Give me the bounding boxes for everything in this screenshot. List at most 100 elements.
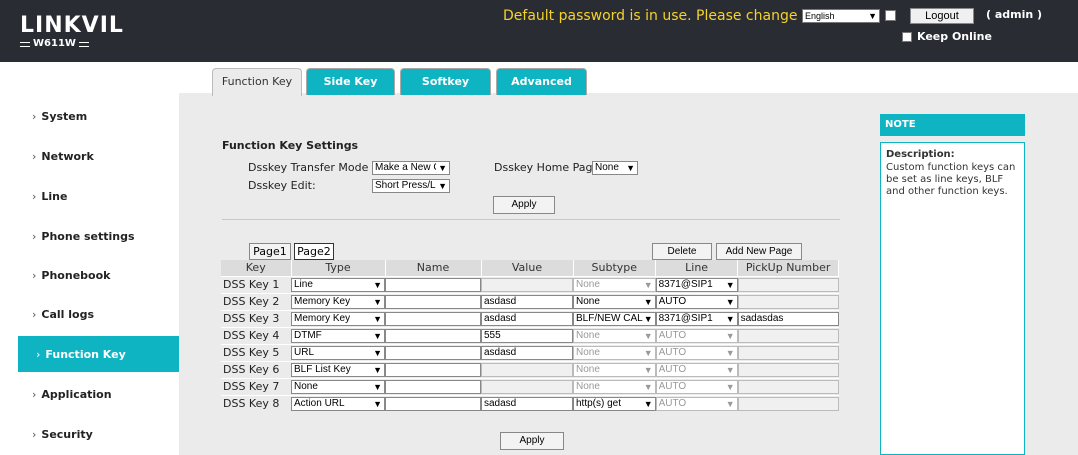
value-input[interactable]: asdasd [481,294,573,309]
current-user: ( admin ) [986,8,1043,21]
value-input[interactable]: sadasd [481,396,573,411]
logo: LINKVIL W611W [20,14,124,50]
value-input[interactable]: 555 [481,328,573,343]
type-select[interactable]: Action URL ▼ [291,396,385,411]
sidebar-item-application[interactable]: › Application [0,376,183,412]
logout-button[interactable]: Logout [910,8,974,24]
type-value: DTMF [294,329,322,341]
value-input[interactable]: asdasd [481,311,573,326]
name-input[interactable] [385,311,481,326]
name-input[interactable] [385,362,481,377]
line-select[interactable]: AUTO ▼ [655,328,738,343]
value-input[interactable] [481,362,573,377]
warning-checkbox[interactable] [885,10,896,21]
subtype-cell: None ▼ [573,360,656,378]
name-input[interactable] [385,345,481,360]
chevron-down-icon: ▼ [643,398,653,409]
tab-function-key[interactable]: Function Key [212,68,302,96]
type-cell: Memory Key ▼ [291,292,385,310]
sidebar-item-system[interactable]: › System [0,98,183,134]
sidebar-item-phone-settings[interactable]: › Phone settings [0,218,183,254]
dsskey-edit-select[interactable]: Short Press/Lo ▼ [372,179,450,193]
chevron-down-icon: ▼ [643,330,653,341]
line-select[interactable]: AUTO ▼ [655,396,738,411]
subtype-select[interactable]: None ▼ [573,379,656,394]
name-input[interactable] [385,379,481,394]
sidebar-item-phonebook[interactable]: › Phonebook [0,257,183,293]
line-cell: AUTO ▼ [655,360,738,378]
line-value: AUTO [658,346,687,358]
sidebar-item-function-key[interactable]: › Function Key [18,336,179,372]
subtype-select[interactable]: http(s) get ▼ [573,396,656,411]
sidebar-item-security[interactable]: › Security [0,416,183,452]
type-cell: Line ▼ [291,275,385,293]
settings-apply-button[interactable]: Apply [493,196,555,214]
pickup-input[interactable] [737,379,839,394]
page1-button[interactable]: Page1 [249,243,291,260]
tab-softkey[interactable]: Softkey [400,68,491,95]
name-input[interactable] [385,294,481,309]
keep-online[interactable]: Keep Online [902,30,992,43]
sidebar-item-call-logs[interactable]: › Call logs [0,296,183,332]
table-row: DSS Key 1 Line ▼ None ▼ 8371@SIP1 ▼ [221,275,839,293]
line-value: AUTO [658,329,687,341]
line-select[interactable]: AUTO ▼ [655,362,738,377]
line-select[interactable]: 8371@SIP1 ▼ [655,277,738,292]
page2-button[interactable]: Page2 [294,243,334,260]
table-apply-button[interactable]: Apply [500,432,564,450]
pickup-input[interactable] [737,396,839,411]
delete-page-button[interactable]: Delete [652,243,712,260]
pickup-input[interactable]: sadasdas [737,311,839,326]
pickup-input[interactable] [737,345,839,360]
key-label: DSS Key 7 [221,377,291,395]
value-cell [481,275,573,293]
pickup-input[interactable] [737,277,839,292]
pickup-input[interactable] [737,362,839,377]
type-select[interactable]: Memory Key ▼ [291,294,385,309]
name-input[interactable] [385,396,481,411]
type-value: Action URL [294,397,345,409]
subtype-select[interactable]: None ▼ [573,362,656,377]
pickup-input[interactable] [737,328,839,343]
subtype-select[interactable]: None ▼ [573,345,656,360]
subtype-select[interactable]: None ▼ [573,294,656,309]
default-password-warning: Default password is in use. Please chang… [503,8,798,24]
type-select[interactable]: DTMF ▼ [291,328,385,343]
keep-online-checkbox[interactable] [902,31,912,42]
language-select[interactable]: English ▼ [802,9,880,23]
key-label: DSS Key 2 [221,292,291,310]
type-value: BLF List Key [294,363,351,375]
value-input[interactable] [481,277,573,292]
line-select[interactable]: AUTO ▼ [655,345,738,360]
name-input[interactable] [385,328,481,343]
sidebar-item-line[interactable]: › Line [0,178,183,214]
line-select[interactable]: AUTO ▼ [655,379,738,394]
name-cell [385,275,481,293]
pickup-input[interactable] [737,294,839,309]
chevron-down-icon: ▼ [643,313,653,324]
subtype-select[interactable]: BLF/NEW CAL ▼ [573,311,656,326]
subtype-select[interactable]: None ▼ [573,277,656,292]
sidebar-item-network[interactable]: › Network [0,138,183,174]
line-select[interactable]: 8371@SIP1 ▼ [655,311,738,326]
type-select[interactable]: URL ▼ [291,345,385,360]
name-input[interactable] [385,277,481,292]
type-select[interactable]: BLF List Key ▼ [291,362,385,377]
home-page-select[interactable]: None ▼ [592,161,638,175]
type-select[interactable]: Memory Key ▼ [291,311,385,326]
tab-advanced[interactable]: Advanced [496,68,587,95]
subtype-value: None [576,380,600,392]
pickup-cell [737,292,839,310]
tab-side-key[interactable]: Side Key [306,68,395,95]
add-new-page-button[interactable]: Add New Page [716,243,802,260]
subtype-select[interactable]: None ▼ [573,328,656,343]
value-input[interactable]: asdasd [481,345,573,360]
type-select[interactable]: Line ▼ [291,277,385,292]
type-value: Memory Key [294,312,351,324]
transfer-mode-select[interactable]: Make a New C ▼ [372,161,450,175]
sidebar-item-label: Application [41,387,112,401]
type-select[interactable]: None ▼ [291,379,385,394]
line-select[interactable]: AUTO ▼ [655,294,738,309]
line-value: AUTO [658,295,687,307]
value-input[interactable] [481,379,573,394]
